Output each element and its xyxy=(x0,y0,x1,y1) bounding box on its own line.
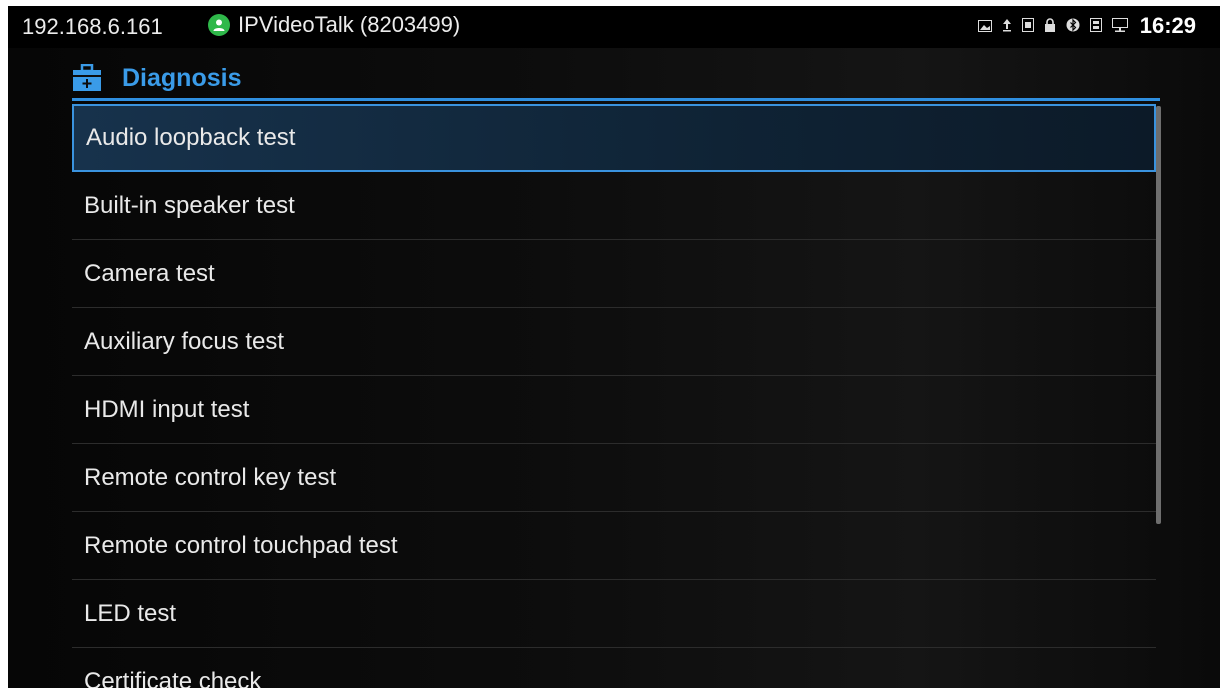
list-item-built-in-speaker-test[interactable]: Built-in speaker test xyxy=(72,172,1156,240)
list-item-auxiliary-focus-test[interactable]: Auxiliary focus test xyxy=(72,308,1156,376)
image-icon xyxy=(978,19,992,35)
ip-address: 192.168.6.161 xyxy=(22,14,163,39)
list-item-led-test[interactable]: LED test xyxy=(72,580,1156,648)
page-header: Diagnosis xyxy=(72,58,1160,101)
list-item-remote-control-key-test[interactable]: Remote control key test xyxy=(72,444,1156,512)
diagnosis-list: Audio loopback test Built-in speaker tes… xyxy=(72,104,1156,688)
bluetooth-icon xyxy=(1066,18,1080,35)
account-icon xyxy=(208,14,230,36)
device-screen: 192.168.6.161 IPVideoTalk (8203499) 16:2… xyxy=(8,6,1220,688)
list-item-camera-test[interactable]: Camera test xyxy=(72,240,1156,308)
sim-icon xyxy=(1022,18,1034,35)
list-item-remote-control-touchpad-test[interactable]: Remote control touchpad test xyxy=(72,512,1156,580)
upload-icon xyxy=(1002,18,1012,35)
list-item-hdmi-input-test[interactable]: HDMI input test xyxy=(72,376,1156,444)
toolbox-icon xyxy=(72,63,102,92)
clock: 16:29 xyxy=(1139,13,1196,38)
lock-icon xyxy=(1044,18,1056,35)
diagnosis-screen: Diagnosis Audio loopback test Built-in s… xyxy=(8,48,1220,688)
list-scrollbar[interactable] xyxy=(1156,106,1161,524)
storage-icon xyxy=(1090,18,1102,35)
status-bar: 192.168.6.161 IPVideoTalk (8203499) 16:2… xyxy=(8,6,1220,48)
page-title: Diagnosis xyxy=(122,63,242,92)
list-item-audio-loopback-test[interactable]: Audio loopback test xyxy=(72,104,1156,172)
list-item-certificate-check[interactable]: Certificate check xyxy=(72,648,1156,688)
account-name: IPVideoTalk (8203499) xyxy=(238,12,461,37)
system-icons xyxy=(978,18,1128,35)
network-icon xyxy=(1112,18,1128,35)
account-status: IPVideoTalk (8203499) xyxy=(208,12,460,38)
